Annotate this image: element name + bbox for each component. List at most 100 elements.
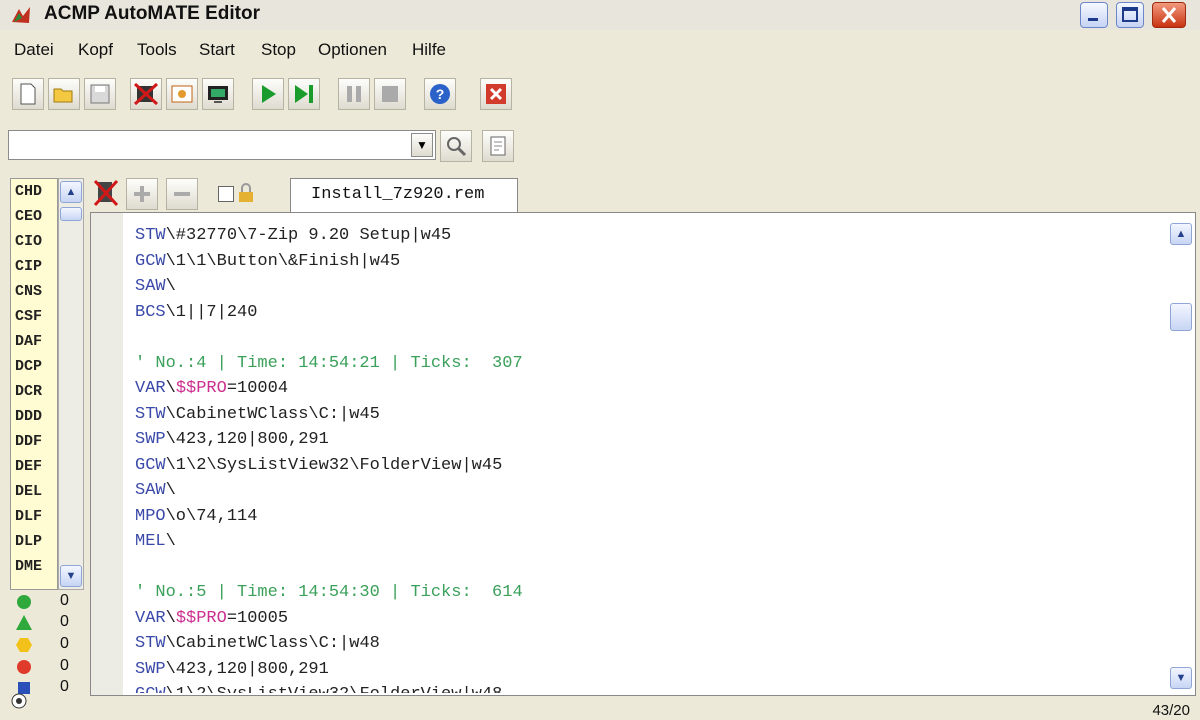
add-line-button[interactable] [126,178,158,210]
document-search-button[interactable] [482,130,514,162]
command-item[interactable]: CEO [15,208,42,225]
delete-line-icon[interactable] [92,178,120,208]
save-button[interactable] [84,78,116,110]
command-item[interactable]: CSF [15,308,42,325]
command-item[interactable]: DAF [15,333,42,350]
menu-optionen[interactable]: Optionen [318,40,387,60]
scroll-thumb[interactable] [1170,303,1192,331]
code-comment: ' No.:5 | Time: 14:54:30 | Ticks: 614 [135,583,523,602]
exit-button[interactable] [480,78,512,110]
window-capture-button[interactable] [166,78,198,110]
file-tab[interactable]: Install_7z920.rem [290,178,518,212]
minus-icon [174,192,190,196]
counter-value: 0 [60,635,69,652]
lock-icon [239,183,253,202]
chevron-down-icon[interactable]: ▼ [1170,667,1192,689]
code-line[interactable]: GCW\1\2\SysListView32\FolderView|w45 [135,453,1165,479]
code-line[interactable]: VAR\$$PRO=10005 [135,606,1165,632]
minimize-button[interactable] [1080,2,1108,28]
pause-button[interactable] [338,78,370,110]
title-bar: ACMP AutoMATE Editor [0,0,1200,30]
code-line[interactable] [135,555,1165,581]
help-icon: ? [430,84,450,104]
chevron-up-icon[interactable]: ▲ [1170,223,1192,245]
code-line[interactable]: SWP\423,120|800,291 [135,427,1165,453]
chevron-up-icon[interactable]: ▲ [60,181,82,203]
menu-datei[interactable]: Datei [14,40,54,60]
scroll-thumb[interactable] [60,207,82,221]
main-toolbar: ? [8,74,518,118]
code-command: GCW [135,455,166,475]
editor-scrollbar[interactable]: ▲ ▼ [1169,217,1193,691]
code-line[interactable]: ' No.:4 | Time: 14:54:21 | Ticks: 307 [135,351,1165,377]
command-item[interactable]: CNS [15,283,42,300]
command-item[interactable]: DEL [15,483,42,500]
code-line[interactable]: STW\CabinetWClass\C:|w48 [135,631,1165,657]
code-line[interactable]: GCW\1\1\Button\&Finish|w45 [135,249,1165,275]
counter-row: 0 [10,613,84,635]
stop-button[interactable] [374,78,406,110]
command-list-scrollbar[interactable]: ▲ ▼ [58,178,84,590]
command-item[interactable]: DEF [15,458,42,475]
search-combobox[interactable]: ▼ [8,130,436,160]
command-item[interactable]: DDF [15,433,42,450]
command-item[interactable]: DCP [15,358,42,375]
code-command: MEL [135,532,166,551]
command-item[interactable]: CIO [15,233,42,250]
cursor-position: 43/20 [1152,702,1190,719]
open-folder-button[interactable] [48,78,80,110]
code-command: BCS [135,302,166,322]
code-line[interactable]: STW\CabinetWClass\C:|w45 [135,402,1165,428]
close-button[interactable] [1152,2,1186,28]
command-item[interactable]: CHD [15,183,42,200]
screen-capture-button[interactable] [202,78,234,110]
status-bar: 43/20 [0,693,1200,720]
menu-hilfe[interactable]: Hilfe [412,40,446,60]
code-line[interactable]: STW\#32770\7-Zip 9.20 Setup|w45 [135,223,1165,249]
open-folder-icon [53,88,73,103]
lock-checkbox[interactable] [218,186,234,202]
code-line[interactable]: SAW\ [135,478,1165,504]
delete-record-button[interactable] [130,78,162,110]
help-button[interactable]: ? [424,78,456,110]
remove-line-button[interactable] [166,178,198,210]
chevron-down-icon[interactable]: ▼ [60,565,82,587]
code-comment: ' No.:4 | Time: 14:54:21 | Ticks: 307 [135,353,523,373]
chevron-down-icon[interactable]: ▼ [411,133,433,157]
run-to-end-button[interactable] [288,78,320,110]
menu-stop[interactable]: Stop [261,40,296,60]
code-line[interactable] [135,325,1165,351]
command-item[interactable]: DLF [15,508,42,525]
command-item[interactable]: DME [15,558,42,575]
command-item[interactable]: CIP [15,258,42,275]
counter-value: 0 [60,613,69,630]
code-area[interactable]: STW\#32770\7-Zip 9.20 Setup|w45 GCW\1\1\B… [135,223,1165,693]
menu-tools[interactable]: Tools [137,40,177,60]
code-line[interactable]: MPO\o\74,114 [135,504,1165,530]
code-line[interactable]: SWP\423,120|800,291 [135,657,1165,683]
code-line[interactable]: SAW\ [135,274,1165,300]
code-command: GCW [135,685,166,693]
code-line[interactable]: MEL\ [135,529,1165,555]
command-item[interactable]: DLP [15,533,42,550]
run-button[interactable] [252,78,284,110]
code-line[interactable]: VAR\$$PRO=10004 [135,376,1165,402]
code-line[interactable]: BCS\1||7|240 [135,300,1165,326]
code-variable: $$PRO [175,608,227,628]
code-line[interactable]: ' No.:5 | Time: 14:54:30 | Ticks: 614 [135,580,1165,606]
maximize-icon [1122,7,1138,22]
command-item[interactable]: DCR [15,383,42,400]
app-logo-icon [12,7,30,23]
green-circle-icon [17,595,31,609]
command-item[interactable]: DDD [15,408,42,425]
editor-gutter [91,213,123,695]
code-command: STW [135,634,166,653]
maximize-button[interactable] [1116,2,1144,28]
code-editor[interactable]: STW\#32770\7-Zip 9.20 Setup|w45 GCW\1\1\B… [90,212,1196,696]
search-button[interactable] [440,130,472,162]
menu-start[interactable]: Start [199,40,235,60]
menu-kopf[interactable]: Kopf [78,40,113,60]
command-list: CHD CEO CIO CIP CNS CSF DAF DCP DCR DDD … [10,178,58,590]
code-line[interactable]: GCW\1\2\SysListView32\FolderView|w48 [135,682,1165,693]
new-file-button[interactable] [12,78,44,110]
